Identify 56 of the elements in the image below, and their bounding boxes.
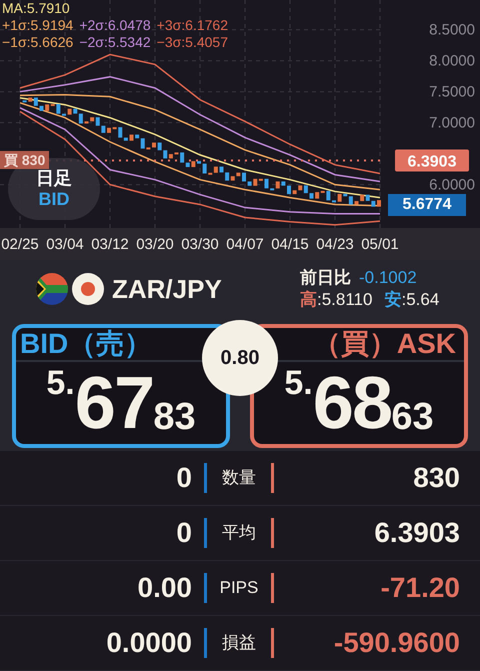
axis-tick-label: 7.0000 — [429, 114, 475, 132]
axis-tick-label: 02/25 — [1, 236, 39, 253]
axis-tick-label: 03/30 — [181, 236, 219, 253]
low-value: :5.64 — [401, 289, 440, 312]
legend-label: MA:5.7910 — [2, 0, 70, 17]
change-label: 前日比 — [300, 267, 351, 290]
axis-tick-label: 8.5000 — [429, 22, 475, 39]
axis-tick-label: 04/07 — [226, 236, 264, 253]
price-text: 83 — [153, 394, 196, 440]
ask-value: -71.20 — [380, 571, 461, 605]
price-text: 68 — [312, 366, 392, 440]
axis-tick-label: 04/15 — [271, 236, 309, 253]
price-text: 5. — [46, 366, 75, 400]
bid-value: 0.0000 — [105, 626, 192, 660]
ref-line-label: 6.3903 — [408, 153, 457, 170]
axis-tick-label: 8.0000 — [429, 52, 475, 70]
price-text: 5. — [284, 366, 313, 400]
pair-name: ZAR/JPY — [112, 272, 222, 306]
low-label: 安 — [384, 289, 402, 312]
bid-value: 0 — [175, 461, 192, 495]
high-value: :5.8110 — [317, 289, 372, 312]
row-label: 平均 — [221, 522, 257, 544]
legend-label: +3σ:6.1762 — [156, 17, 228, 34]
side-label: BID（売） — [20, 330, 152, 358]
axis-tick-label: 03/20 — [136, 236, 174, 253]
legend-label: +2σ:6.0478 — [79, 17, 151, 34]
timeframe-label: 日足 — [36, 168, 72, 189]
ask-value: 6.3903 — [373, 516, 461, 550]
row-label: 損益 — [221, 632, 257, 654]
bid-value: 0.00 — [136, 571, 192, 605]
legend-label: −3σ:5.4057 — [156, 34, 228, 51]
side-label: （買）ASK — [312, 330, 456, 358]
legend-label: −2σ:5.5342 — [79, 34, 151, 51]
change-value: -0.1002 — [359, 267, 417, 290]
ask-value: -590.9600 — [332, 626, 461, 660]
price-text: 67 — [74, 366, 154, 440]
row-label: PIPS — [218, 577, 260, 600]
flag-icon — [36, 273, 68, 306]
legend-label: +1σ:5.9194 — [2, 17, 74, 34]
axis-tick-label: 03/12 — [91, 236, 129, 253]
flag-icon — [72, 273, 104, 306]
axis-tick-label: 7.5000 — [429, 84, 475, 101]
axis-tick-label: 05/01 — [361, 236, 399, 253]
bid-value: 0 — [175, 516, 192, 550]
position-tag: 買 830 — [0, 151, 50, 169]
side-label: BID — [38, 189, 70, 210]
price-tag: 6.3903 — [395, 149, 469, 172]
price-tag: 5.6774 — [388, 194, 466, 216]
high-label: 高 — [300, 289, 317, 312]
price-text: 63 — [391, 394, 434, 440]
row-label: 数量 — [221, 467, 257, 490]
axis-tick-label: 6.0000 — [429, 176, 475, 194]
ask-value: 830 — [412, 461, 461, 495]
axis-tick-label: 03/04 — [46, 236, 84, 253]
axis-tick-label: 04/23 — [316, 236, 354, 253]
legend-label: −1σ:5.6626 — [2, 34, 74, 51]
